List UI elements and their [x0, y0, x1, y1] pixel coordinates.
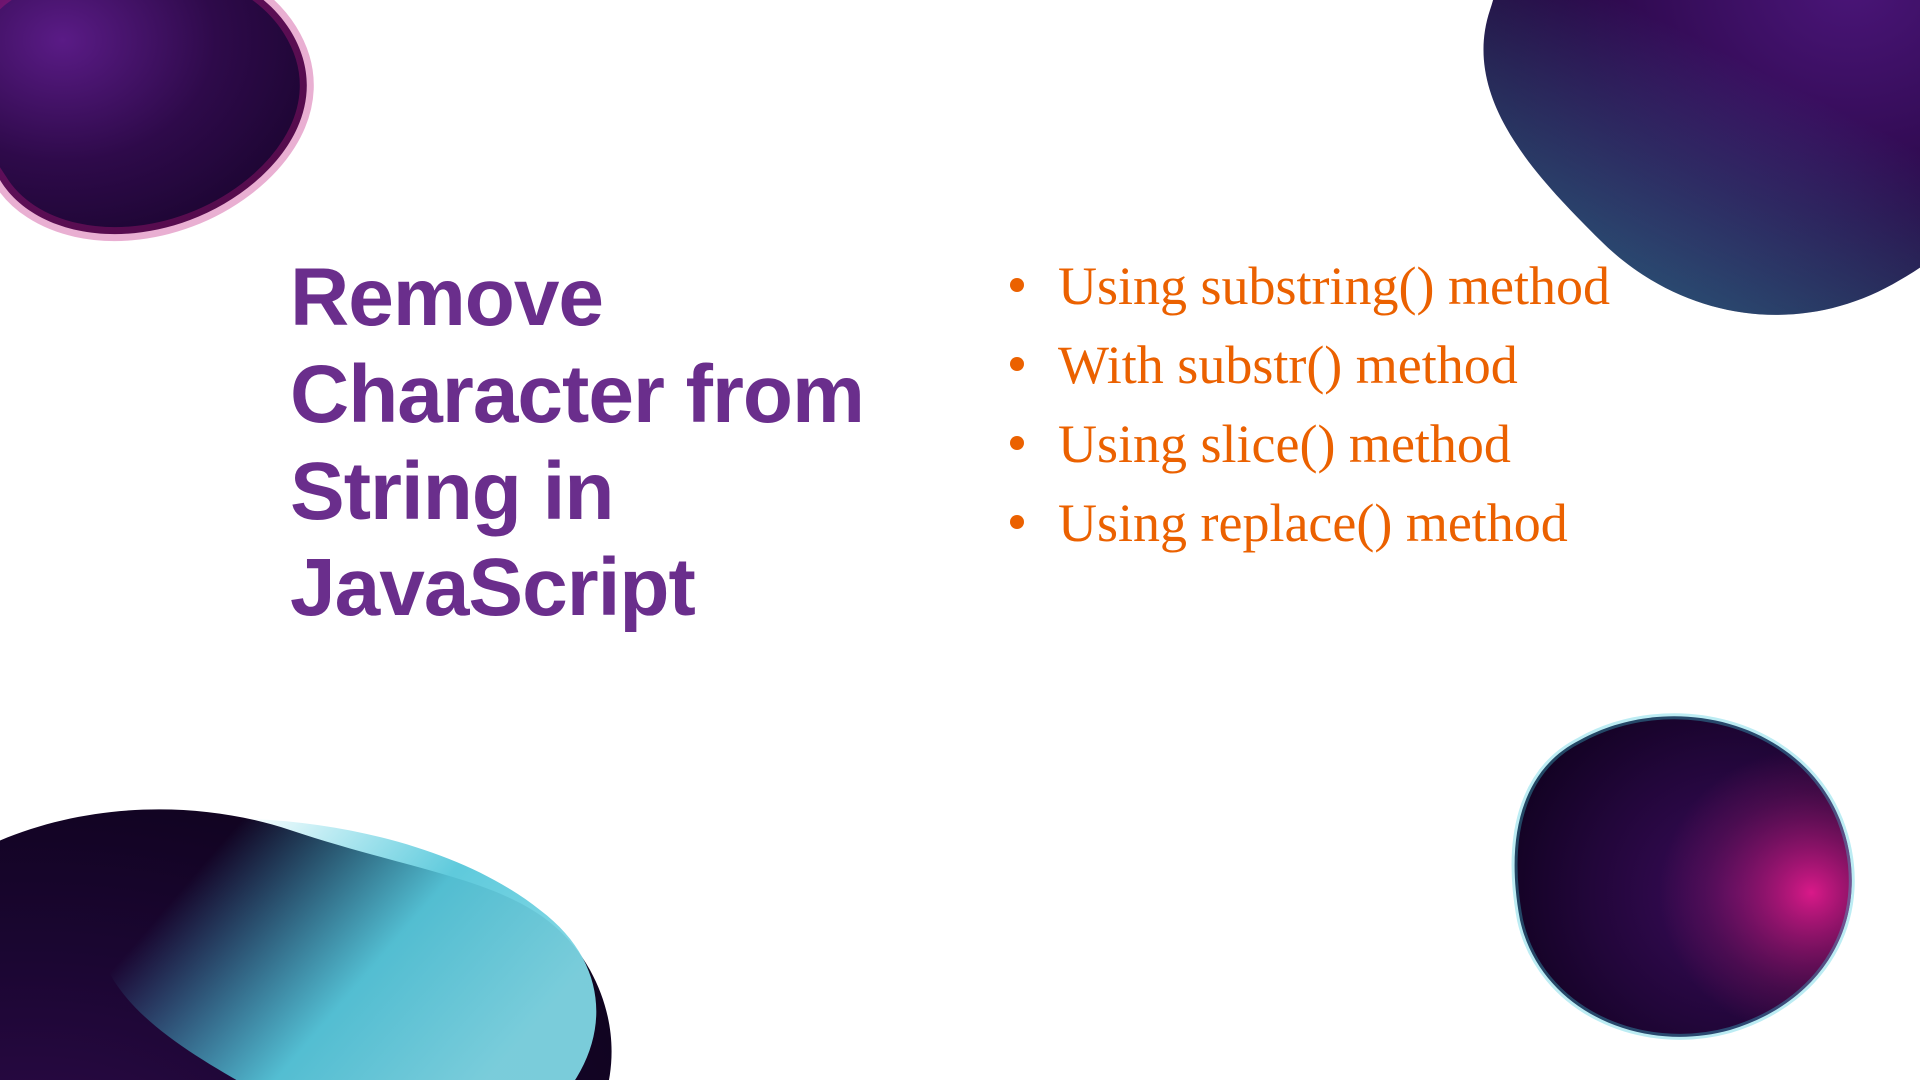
- slide: Remove Character from String in JavaScri…: [0, 0, 1920, 1080]
- slide-title: Remove Character from String in JavaScri…: [290, 250, 930, 637]
- list-item-label: With substr() method: [1058, 335, 1518, 395]
- methods-list: Using substring() method With substr() m…: [1000, 250, 1640, 560]
- list-item: Using replace() method: [1000, 487, 1640, 560]
- list-item-label: Using slice() method: [1058, 414, 1511, 474]
- list-item: With substr() method: [1000, 329, 1640, 402]
- list-item: Using substring() method: [1000, 250, 1640, 323]
- list-item-label: Using substring() method: [1058, 256, 1610, 316]
- list-item: Using slice() method: [1000, 408, 1640, 481]
- blob-bottom-right: [1500, 700, 1860, 1040]
- title-column: Remove Character from String in JavaScri…: [290, 250, 930, 637]
- blob-bottom-left: [0, 600, 720, 1080]
- list-item-label: Using replace() method: [1058, 493, 1568, 553]
- content-area: Remove Character from String in JavaScri…: [290, 250, 1800, 637]
- list-column: Using substring() method With substr() m…: [1000, 250, 1640, 637]
